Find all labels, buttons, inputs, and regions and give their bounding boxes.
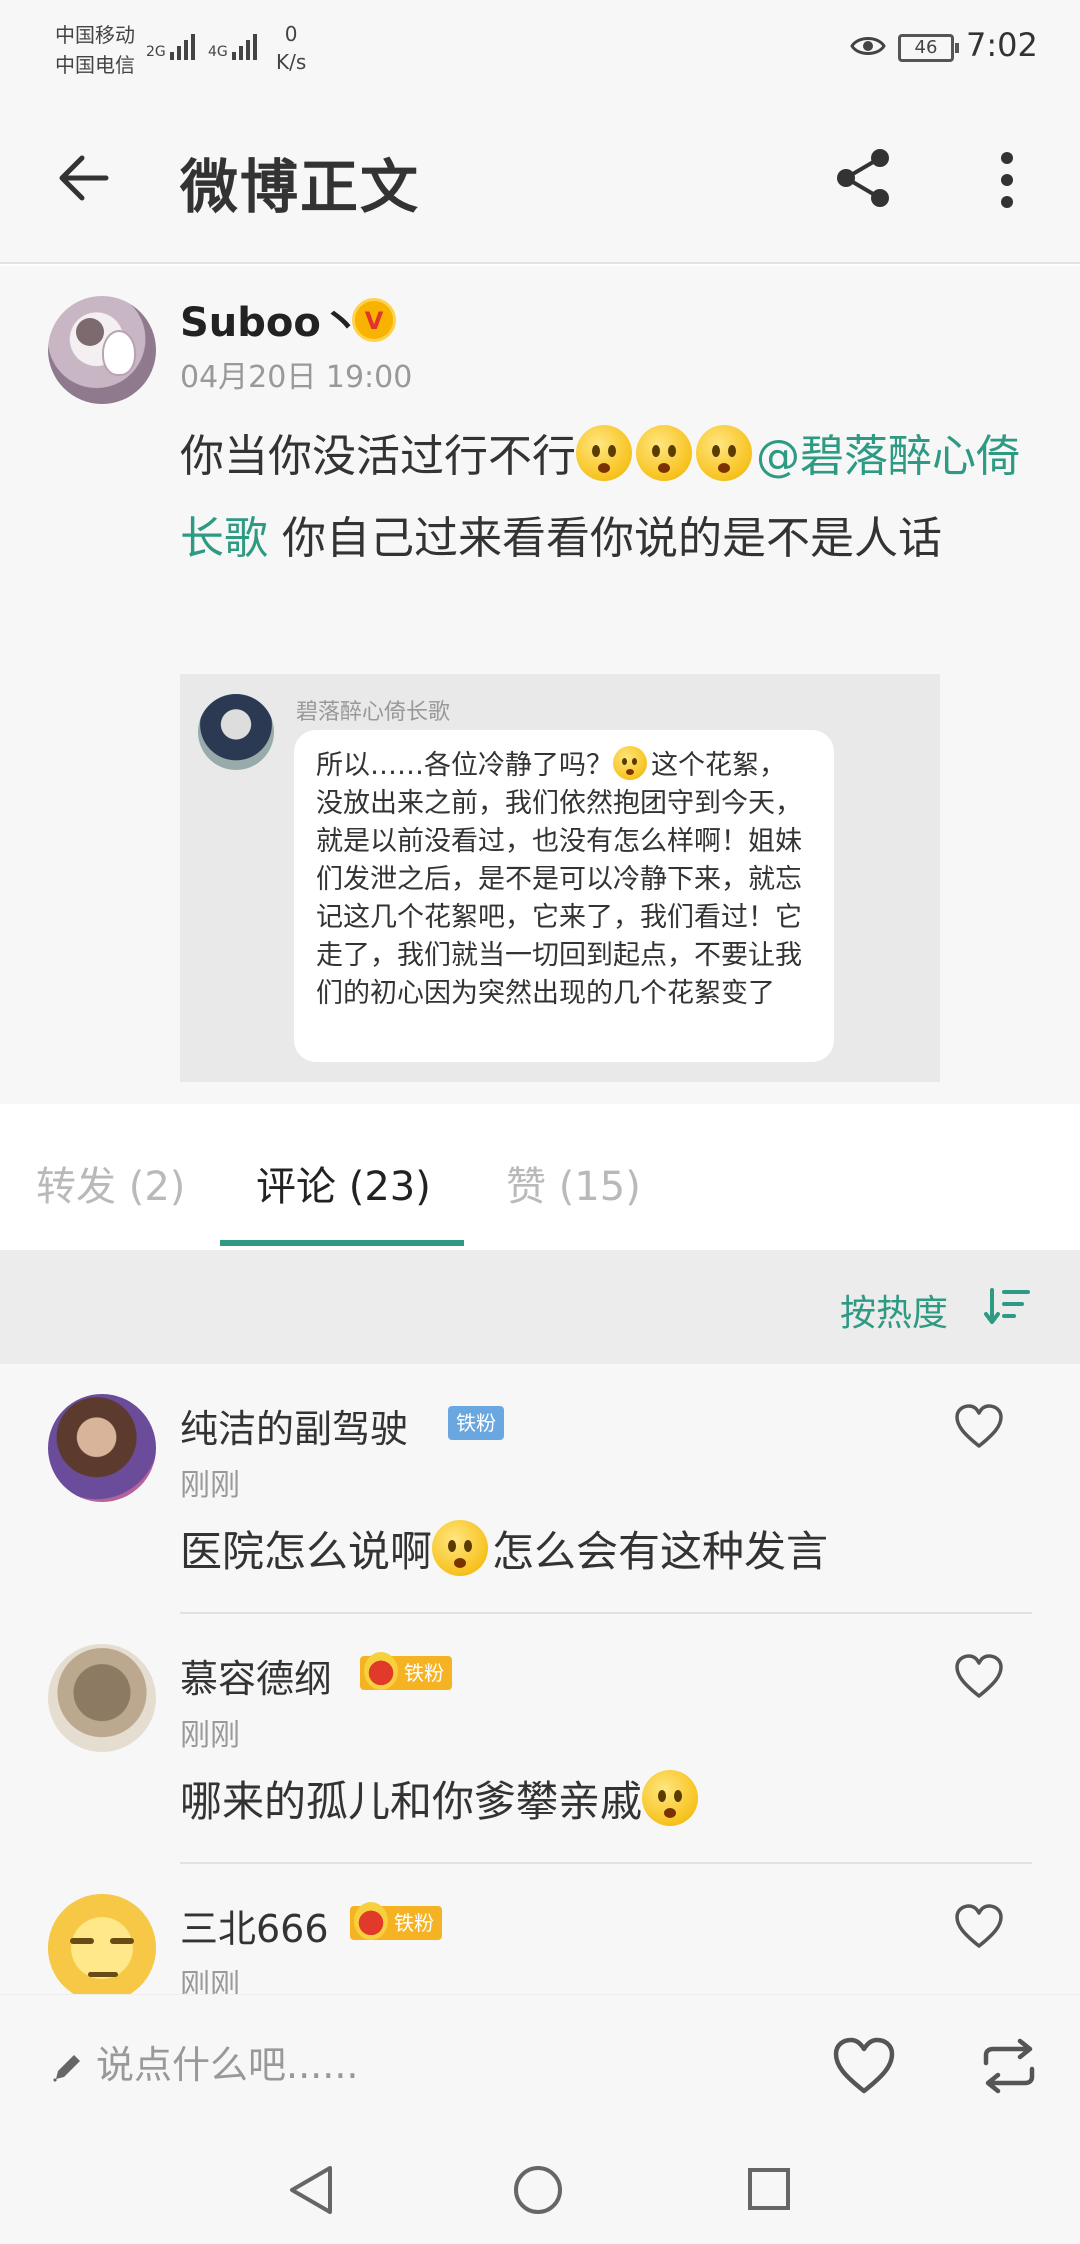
quoted-text-part1: 所以……各位冷静了吗？: [316, 750, 613, 781]
confused-emoji-icon: [432, 1520, 489, 1576]
comment-text: 医院怎么说啊 怎么会有这种发言: [180, 1518, 828, 1579]
system-nav-bar: [0, 2134, 1080, 2244]
sort-bar: 按热度: [0, 1250, 1080, 1364]
comment-item: 三北666 铁粉 刚刚: [0, 1864, 1080, 1994]
iron-fan-badge: 铁粉: [350, 1902, 442, 1940]
tab-likes[interactable]: 赞 (15): [506, 1154, 641, 1212]
active-tab-indicator: [220, 1240, 464, 1246]
share-icon[interactable]: [834, 146, 894, 210]
carrier-info: 中国移动 中国电信: [55, 20, 135, 80]
network-speed-unit: K/s: [276, 50, 307, 74]
post-text-part1: 你当你没活过行不行: [180, 431, 576, 482]
iron-fan-badge: 铁粉: [448, 1406, 504, 1440]
tab-reposts[interactable]: 转发 (2): [36, 1154, 185, 1212]
iron-fan-badge: 铁粉: [360, 1652, 452, 1690]
like-heart-icon[interactable]: [832, 2037, 896, 2095]
pencil-icon: [52, 2055, 80, 2083]
author-avatar[interactable]: [48, 296, 156, 404]
battery-icon: 46: [898, 34, 959, 62]
nav-back-icon[interactable]: [286, 2162, 336, 2218]
confused-emoji-icon: [642, 1770, 699, 1826]
quoted-message-bubble: 所以……各位冷静了吗？ 这个花絮，没放出来之前，我们依然抱团守到今天，就是以前没看…: [294, 730, 834, 1062]
comment-time: 刚刚: [180, 1468, 240, 1503]
carrier-1: 中国移动: [55, 23, 135, 47]
author-name[interactable]: Suboo丶: [180, 290, 361, 348]
comment-text-part1: 哪来的孤儿和你爹攀亲戚: [180, 1777, 643, 1826]
heart-icon[interactable]: [954, 1404, 1004, 1450]
status-bar: 中国移动 中国电信 2G 4G 0 K/s 46 7:02: [0, 0, 1080, 100]
quoted-text-part2: 这个花絮，没放出来之前，我们依然抱团守到今天，就是以前没看过，也没有怎么样啊！姐…: [316, 750, 802, 1009]
eye-comfort-icon: [850, 37, 886, 55]
comment-time: 刚刚: [180, 1968, 240, 1994]
comment-input[interactable]: [96, 2033, 696, 2097]
weibo-post: Suboo丶 V 04月20日 19:00 你当你没活过行不行 @碧落醉心倚长歌 …: [0, 266, 1080, 1104]
comment-list: 纯洁的副驾驶 铁粉 刚刚 医院怎么说啊 怎么会有这种发言 慕容德纲 铁粉 刚刚 哪…: [0, 1364, 1080, 1994]
network-speed: 0 K/s: [276, 20, 306, 76]
post-text: 你当你没活过行不行 @碧落醉心倚长歌 你自己过来看看你说的是不是人话: [180, 416, 1030, 580]
comment-text-part2: 怎么会有这种发言: [492, 1527, 829, 1576]
comment-text: 哪来的孤儿和你爹攀亲戚: [180, 1768, 702, 1829]
comment-item: 纯洁的副驾驶 铁粉 刚刚 医院怎么说啊 怎么会有这种发言: [0, 1364, 1080, 1614]
app-header: 微博正文: [0, 100, 1080, 264]
network-type-1: 2G: [146, 44, 166, 60]
commenter-name[interactable]: 三北666: [180, 1898, 329, 1953]
commenter-avatar[interactable]: [48, 1394, 156, 1502]
more-vertical-icon[interactable]: [990, 148, 1024, 212]
comment-text-part1: 医院怎么说啊: [180, 1527, 433, 1576]
comment-item: 慕容德纲 铁粉 刚刚 哪来的孤儿和你爹攀亲戚: [0, 1614, 1080, 1864]
comment-time: 刚刚: [180, 1718, 240, 1753]
post-image[interactable]: 碧落醉心倚长歌 所以……各位冷静了吗？ 这个花絮，没放出来之前，我们依然抱团守到今…: [180, 674, 940, 1082]
quoted-user-avatar: [198, 694, 274, 770]
commenter-name[interactable]: 纯洁的副驾驶: [180, 1398, 408, 1453]
confused-emoji-icon: [636, 425, 692, 481]
nav-home-icon[interactable]: [512, 2164, 564, 2216]
clock: 7:02: [966, 26, 1038, 64]
sad-emoji-icon: [613, 746, 647, 780]
confused-emoji-icon: [576, 425, 632, 481]
signal-2g-icon: 2G: [146, 26, 196, 60]
network-speed-value: 0: [284, 22, 298, 46]
heart-icon[interactable]: [954, 1654, 1004, 1700]
tab-comments[interactable]: 评论 (23): [256, 1154, 431, 1212]
post-tabs: 转发 (2) 评论 (23) 赞 (15): [0, 1104, 1080, 1250]
commenter-name[interactable]: 慕容德纲: [180, 1648, 332, 1703]
post-time: 04月20日 19:00: [180, 360, 413, 395]
nav-recent-apps-icon[interactable]: [746, 2166, 792, 2212]
heart-icon[interactable]: [954, 1904, 1004, 1950]
carrier-2: 中国电信: [55, 53, 135, 77]
confused-emoji-icon: [696, 425, 752, 481]
network-type-2: 4G: [208, 44, 228, 60]
arrow-left-icon[interactable]: [56, 150, 112, 206]
page-title: 微博正文: [180, 153, 421, 221]
signal-4g-icon: 4G: [208, 26, 258, 60]
repost-icon[interactable]: [980, 2037, 1038, 2095]
quoted-user-name: 碧落醉心倚长歌: [296, 700, 451, 725]
sort-icon[interactable]: [984, 1286, 1030, 1326]
commenter-avatar[interactable]: [48, 1894, 156, 1994]
commenter-avatar[interactable]: [48, 1644, 156, 1752]
post-text-part2: 你自己过来看看你说的是不是人话: [268, 513, 942, 564]
verified-badge-icon: V: [352, 298, 396, 342]
sort-by-hot-button[interactable]: 按热度: [840, 1284, 948, 1336]
comment-input-bar: [0, 1994, 1080, 2134]
